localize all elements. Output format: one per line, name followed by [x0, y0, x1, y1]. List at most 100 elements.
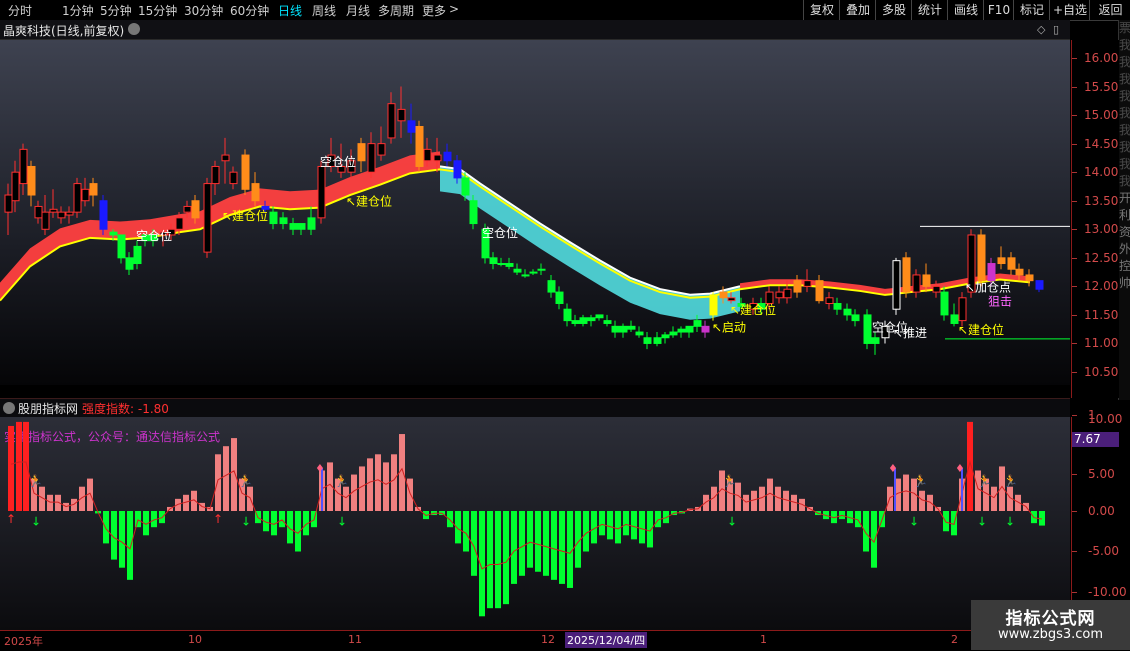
candle-body	[357, 143, 366, 162]
candle-body	[727, 297, 736, 302]
candle-body	[513, 268, 522, 273]
candle-body	[922, 274, 931, 287]
right-strip-char: 我	[1119, 123, 1130, 137]
candle-body	[940, 291, 949, 316]
back-button[interactable]: 返回	[1089, 0, 1130, 20]
stats-button[interactable]: 统计	[911, 0, 948, 20]
candle-body	[109, 231, 118, 236]
strength-bar	[511, 511, 517, 584]
tab-more[interactable]: 更多	[422, 2, 446, 19]
candle-body	[803, 280, 812, 287]
y-tick: 11.00	[1084, 336, 1119, 350]
candle-body	[719, 291, 728, 299]
draw-line-button[interactable]: 画线	[947, 0, 984, 20]
candle-body	[175, 217, 184, 230]
strength-bar	[903, 474, 909, 511]
price-y-axis: 16.00 15.50 15.00 14.50 14.00 13.50 13.0…	[1071, 40, 1119, 398]
strength-bar	[527, 511, 533, 568]
tab-weekly[interactable]: 周线	[312, 2, 336, 19]
mark-button[interactable]: 标记	[1013, 0, 1050, 20]
candle-body	[701, 325, 710, 333]
signal-annotation: 空仓位	[320, 154, 356, 169]
strength-bar	[103, 511, 109, 544]
tab-monthly[interactable]: 月线	[346, 2, 370, 19]
candle-body	[125, 257, 134, 270]
right-strip-char: 资	[1119, 225, 1130, 239]
candle-body	[183, 205, 192, 213]
right-strip-char: 票	[1119, 21, 1130, 35]
strength-bar	[16, 421, 22, 511]
indicator-name[interactable]: 股朋指标网	[18, 400, 78, 417]
candle-body	[977, 234, 986, 282]
window-icon[interactable]: ▯	[1053, 23, 1059, 36]
candle-body	[1015, 268, 1024, 276]
add-watchlist-button[interactable]: +自选	[1049, 0, 1090, 20]
candle-body	[99, 200, 108, 230]
candle-body	[297, 223, 306, 230]
candle-body	[793, 280, 802, 293]
multi-stock-button[interactable]: 多股	[875, 0, 912, 20]
tab-30min[interactable]: 30分钟	[184, 2, 223, 19]
site-watermark-title: 指标公式网	[1005, 609, 1096, 629]
candle-body	[892, 260, 901, 310]
right-strip-char: 我	[1119, 38, 1130, 52]
right-strip-char: 我	[1119, 106, 1130, 120]
candle-body	[279, 217, 288, 225]
candle-body	[191, 200, 200, 219]
diamond-icon: ♦	[888, 462, 898, 475]
tab-1min[interactable]: 1分钟	[62, 2, 94, 19]
strength-bar	[551, 511, 557, 580]
strength-bar	[535, 511, 541, 572]
strength-bar	[583, 511, 589, 552]
strength-bar	[743, 494, 749, 511]
strength-bar	[519, 511, 525, 576]
indicator-chart[interactable]: 实用指标公式，公众号：通达信指标公式 ↑ ↑ ↓ ↓ ↓ ↓ ↓ ↓ ↓ 🏃 🏃 🏃 🏃 🏃 🏃 🏃 ♦ ♦ ♦	[0, 417, 1070, 630]
candle-body	[611, 325, 620, 333]
strength-bar	[495, 511, 501, 609]
fuquan-button[interactable]: 复权	[803, 0, 840, 20]
y-tick: 16.00	[1084, 51, 1119, 65]
candle-body	[241, 154, 250, 190]
chevron-right-icon[interactable]: >	[449, 2, 459, 16]
tab-60min[interactable]: 60分钟	[230, 2, 269, 19]
candle-body	[203, 183, 212, 253]
tab-5min[interactable]: 5分钟	[100, 2, 132, 19]
tab-multi-period[interactable]: 多周期	[378, 2, 414, 19]
candle-body	[685, 325, 694, 333]
tab-daily[interactable]: 日线	[278, 2, 302, 19]
overlay-button[interactable]: 叠加	[839, 0, 876, 20]
diamond-icon: ♦	[315, 462, 325, 475]
diamond-icon: ♦	[955, 462, 965, 475]
strength-bar	[279, 511, 285, 528]
up-arrow-icon: ↑	[213, 512, 223, 526]
candle-body	[11, 171, 20, 202]
tab-15min[interactable]: 15分钟	[138, 2, 177, 19]
diamond-icon[interactable]: ◇	[1037, 23, 1045, 36]
f10-button[interactable]: F10	[983, 0, 1014, 20]
candle-body	[579, 317, 588, 324]
candle-body	[537, 268, 546, 271]
strength-bar	[943, 511, 949, 532]
candle-body	[1025, 274, 1034, 282]
chevron-down-icon[interactable]	[128, 23, 140, 35]
strength-bar	[119, 511, 125, 568]
strength-bar	[223, 446, 229, 511]
candle-body	[89, 183, 98, 196]
tab-fenshi[interactable]: 分时	[8, 2, 32, 19]
candle-body	[987, 263, 996, 282]
right-strip-char: 我	[1119, 72, 1130, 86]
strength-bar	[599, 511, 605, 536]
strength-bar	[543, 511, 549, 576]
right-strip-char: 我	[1119, 89, 1130, 103]
signal-annotation: ↖建仓位	[730, 302, 776, 317]
chevron-down-icon[interactable]	[3, 402, 15, 414]
strength-bar	[967, 421, 973, 511]
candle-body	[289, 223, 298, 230]
signal-annotation: ↖加仓点	[965, 280, 1011, 294]
candle-body	[783, 288, 792, 299]
y-tick: 12.00	[1084, 279, 1119, 293]
x-tick: 2	[951, 633, 958, 646]
candle-body	[423, 148, 432, 162]
price-chart[interactable]: 空仓位↖建仓位空仓位↖建仓位空仓位↖启动↖建仓位空仓位↖推进↖加仓点狙击↖建仓位	[0, 40, 1070, 385]
candle-body	[627, 325, 636, 330]
